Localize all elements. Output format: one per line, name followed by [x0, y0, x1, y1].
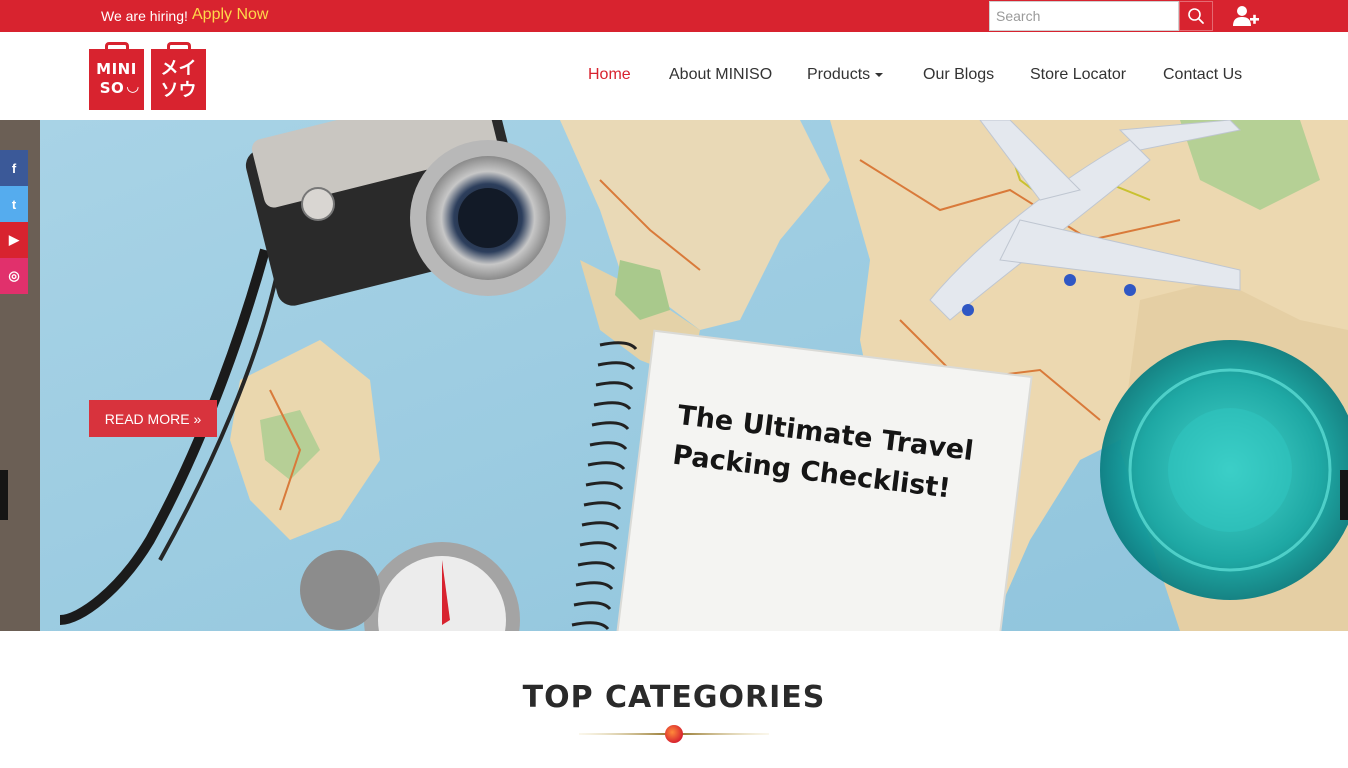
miniso-logo[interactable]: MINI SO ◡ メイ ソウ: [89, 42, 207, 110]
account-button[interactable]: [1230, 3, 1262, 29]
logo-tile-latin: MINI SO ◡: [89, 49, 144, 110]
hero-travel-image: [0, 120, 1348, 631]
search-input[interactable]: [989, 1, 1179, 31]
top-categories-heading: TOP CATEGORIES: [522, 680, 826, 715]
facebook-link[interactable]: f: [0, 150, 28, 186]
chevron-down-icon: [875, 72, 884, 77]
logo-tile-katakana: メイ ソウ: [151, 49, 206, 110]
nav-store-locator[interactable]: Store Locator: [1030, 66, 1126, 84]
read-more-button[interactable]: READ MORE »: [89, 400, 217, 437]
logo-text-line1: MINI: [96, 60, 137, 78]
nav-products-label: Products: [807, 66, 871, 83]
logo-katakana-line1: メイ: [160, 58, 197, 79]
instagram-link[interactable]: ◎: [0, 258, 28, 294]
hero-slider: [0, 120, 1348, 631]
youtube-icon: ▶: [9, 232, 19, 247]
search-button[interactable]: [1179, 1, 1213, 31]
youtube-link[interactable]: ▶: [0, 222, 28, 258]
facebook-icon: f: [11, 160, 17, 176]
logo-katakana-line2: ソウ: [160, 80, 197, 101]
hiring-text: We are hiring!: [101, 8, 188, 24]
nav-products[interactable]: Products: [807, 66, 884, 84]
instagram-icon: ◎: [8, 268, 20, 283]
heading-divider: [579, 725, 769, 743]
logo-smile: ◡: [126, 77, 140, 95]
slider-prev-button[interactable]: [0, 470, 8, 520]
nav-contact-us[interactable]: Contact Us: [1163, 66, 1242, 84]
twitter-link[interactable]: t: [0, 186, 28, 222]
top-bar: We are hiring! Apply Now: [0, 0, 1348, 32]
nav-home[interactable]: Home: [588, 66, 631, 84]
nav-our-blogs[interactable]: Our Blogs: [923, 66, 994, 84]
slider-next-button[interactable]: [1340, 470, 1348, 520]
nav-about-miniso[interactable]: About MINISO: [669, 66, 772, 84]
search-icon: [1188, 8, 1204, 24]
add-user-icon: [1233, 6, 1259, 26]
twitter-icon: t: [11, 196, 17, 212]
apply-now-link[interactable]: Apply Now: [192, 6, 268, 24]
